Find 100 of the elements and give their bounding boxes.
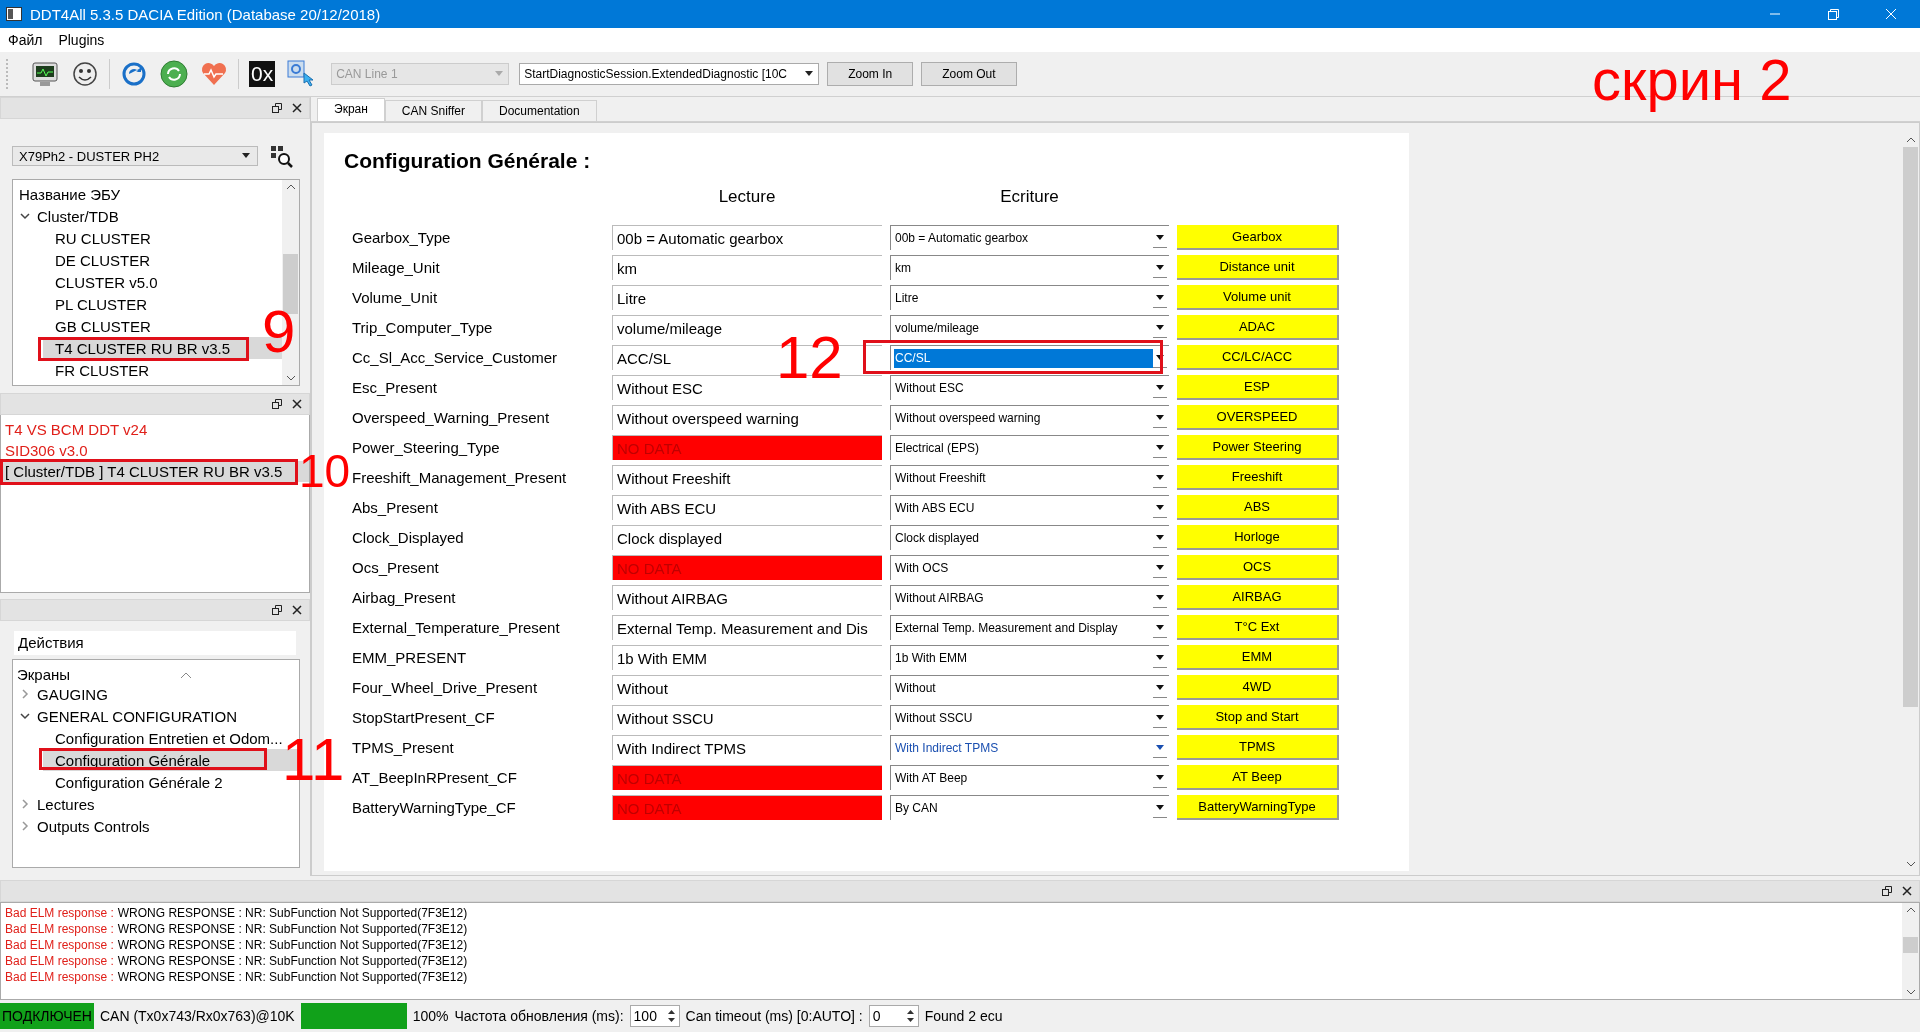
caret-icon — [1156, 475, 1164, 480]
write-dropdown[interactable]: With OCS — [890, 555, 1169, 580]
write-button[interactable]: ABS — [1177, 495, 1339, 520]
menu-item[interactable]: Plugins — [58, 32, 105, 48]
tree-item[interactable]: FR CLUSTER — [13, 359, 282, 381]
write-button[interactable]: Stop and Start — [1177, 705, 1339, 730]
scroll-up-icon[interactable] — [1905, 907, 1916, 913]
write-dropdown[interactable]: Without overspeed warning — [890, 405, 1169, 430]
close-icon[interactable] — [291, 398, 303, 410]
write-dropdown[interactable]: Without SSCU — [890, 705, 1169, 730]
write-button[interactable]: Horloge — [1177, 525, 1339, 550]
write-dropdown[interactable]: 1b With EMM — [890, 645, 1169, 670]
ecu-list-item[interactable]: T4 VS BCM DDT v24 — [1, 419, 309, 440]
write-dropdown[interactable]: With ABS ECU — [890, 495, 1169, 520]
scrollbar[interactable] — [1902, 903, 1919, 999]
write-dropdown[interactable]: Electrical (EPS) — [890, 435, 1169, 460]
caret-icon — [1156, 235, 1164, 240]
scroll-thumb[interactable] — [1903, 147, 1918, 707]
tree-item[interactable]: Outputs Controls — [13, 815, 299, 837]
monitor-icon[interactable] — [30, 59, 60, 89]
write-button[interactable]: TPMS — [1177, 735, 1339, 760]
write-button[interactable]: BatteryWarningType — [1177, 795, 1339, 820]
float-icon[interactable] — [271, 604, 283, 616]
scroll-up-icon[interactable] — [180, 670, 193, 679]
write-dropdown[interactable]: km — [890, 255, 1169, 280]
write-button[interactable]: Distance unit — [1177, 255, 1339, 280]
read-field: Clock displayed — [612, 525, 882, 550]
spin-arrows-icon[interactable] — [666, 1008, 676, 1024]
write-button[interactable]: ESP — [1177, 375, 1339, 400]
write-button[interactable]: Gearbox — [1177, 225, 1339, 250]
tree-item[interactable]: Lectures — [13, 793, 299, 815]
write-dropdown[interactable]: By CAN — [890, 795, 1169, 820]
float-icon[interactable] — [271, 102, 283, 114]
field-label: Airbag_Present — [352, 589, 457, 606]
spin-box[interactable]: 100 — [629, 1005, 680, 1027]
tree-item[interactable]: CLUSTER v5.0 — [13, 271, 282, 293]
read-field: NO DATA — [612, 555, 882, 580]
write-button[interactable]: 4WD — [1177, 675, 1339, 700]
write-button[interactable]: Volume unit — [1177, 285, 1339, 310]
tree-item[interactable]: GAUGING — [13, 683, 299, 705]
write-dropdown[interactable]: Without Freeshift — [890, 465, 1169, 490]
write-dropdown[interactable]: Clock displayed — [890, 525, 1169, 550]
session-dropdown[interactable]: StartDiagnosticSession.ExtendedDiagnostic [10C — [519, 63, 820, 85]
write-button[interactable]: CC/LC/ACC — [1177, 345, 1339, 370]
write-button[interactable]: AIRBAG — [1177, 585, 1339, 610]
write-dropdown[interactable]: With AT Beep — [890, 765, 1169, 790]
write-dropdown[interactable]: volume/mileage — [890, 315, 1169, 340]
face-icon[interactable] — [70, 59, 100, 89]
write-button[interactable]: Power Steering — [1177, 435, 1339, 460]
write-dropdown[interactable]: Litre — [890, 285, 1169, 310]
cycle-icon[interactable] — [159, 59, 189, 89]
refresh-label: Частота обновления (ms): — [454, 1008, 624, 1024]
zoom-button[interactable]: Zoom In — [827, 62, 914, 86]
expand-icon[interactable] — [19, 798, 31, 810]
scroll-down-icon[interactable] — [1905, 861, 1916, 867]
write-dropdown[interactable]: Without ESC — [890, 375, 1169, 400]
caret-icon — [1156, 775, 1164, 780]
write-button[interactable]: OVERSPEED — [1177, 405, 1339, 430]
tree-item[interactable]: DE CLUSTER — [13, 249, 282, 271]
float-icon[interactable] — [1881, 885, 1893, 897]
vehicle-dropdown[interactable]: X79Ph2 - DUSTER PH2 — [12, 146, 258, 166]
close-icon[interactable] — [1901, 885, 1913, 897]
write-button[interactable]: AT Beep — [1177, 765, 1339, 790]
expand-icon[interactable] — [19, 820, 31, 832]
menu-item[interactable]: Файл — [8, 32, 43, 48]
tree-item[interactable]: GENERAL CONFIGURATION — [13, 705, 299, 727]
scan-search-icon[interactable] — [268, 143, 294, 169]
hex-button[interactable]: 0x — [249, 61, 276, 87]
tree-item[interactable]: Cluster/TDB — [13, 205, 282, 227]
scroll-down-icon[interactable] — [1905, 989, 1916, 995]
tree-item[interactable]: RU CLUSTER — [13, 227, 282, 249]
tab[interactable]: Экран — [317, 98, 385, 121]
field-label: External_Temperature_Present — [352, 619, 561, 636]
write-button[interactable]: EMM — [1177, 645, 1339, 670]
write-dropdown[interactable]: Without — [890, 675, 1169, 700]
log-message: WRONG RESPONSE : NR: SubFunction Not Supported(7F3E12) — [117, 921, 468, 937]
float-icon[interactable] — [271, 398, 283, 410]
scroll-thumb[interactable] — [1903, 937, 1918, 953]
tab[interactable]: Documentation — [482, 100, 597, 121]
write-dropdown[interactable]: 00b = Automatic gearbox — [890, 225, 1169, 250]
scroll-down-icon[interactable] — [285, 375, 296, 381]
write-dropdown[interactable]: Without AIRBAG — [890, 585, 1169, 610]
expand-icon[interactable] — [19, 688, 31, 700]
collapse-icon[interactable] — [19, 710, 31, 722]
field-label: EMM_PRESENT — [352, 649, 468, 666]
write-dropdown[interactable]: With Indirect TPMS — [890, 735, 1169, 760]
write-button[interactable]: T°C Ext — [1177, 615, 1339, 640]
zoom-button[interactable]: Zoom Out — [921, 62, 1017, 86]
collapse-icon[interactable] — [19, 210, 31, 222]
write-button[interactable]: Freeshift — [1177, 465, 1339, 490]
tab[interactable]: CAN Sniffer — [384, 100, 482, 121]
close-icon[interactable] — [291, 102, 303, 114]
scroll-up-icon[interactable] — [1905, 137, 1916, 143]
write-button[interactable]: ADAC — [1177, 315, 1339, 340]
write-dropdown[interactable]: External Temp. Measurement and Display — [890, 615, 1169, 640]
spin-box[interactable]: 0 — [868, 1005, 919, 1027]
write-button[interactable]: OCS — [1177, 555, 1339, 580]
spin-arrows-icon[interactable] — [905, 1008, 915, 1024]
close-icon[interactable] — [291, 604, 303, 616]
scroll-up-icon[interactable] — [285, 184, 296, 190]
